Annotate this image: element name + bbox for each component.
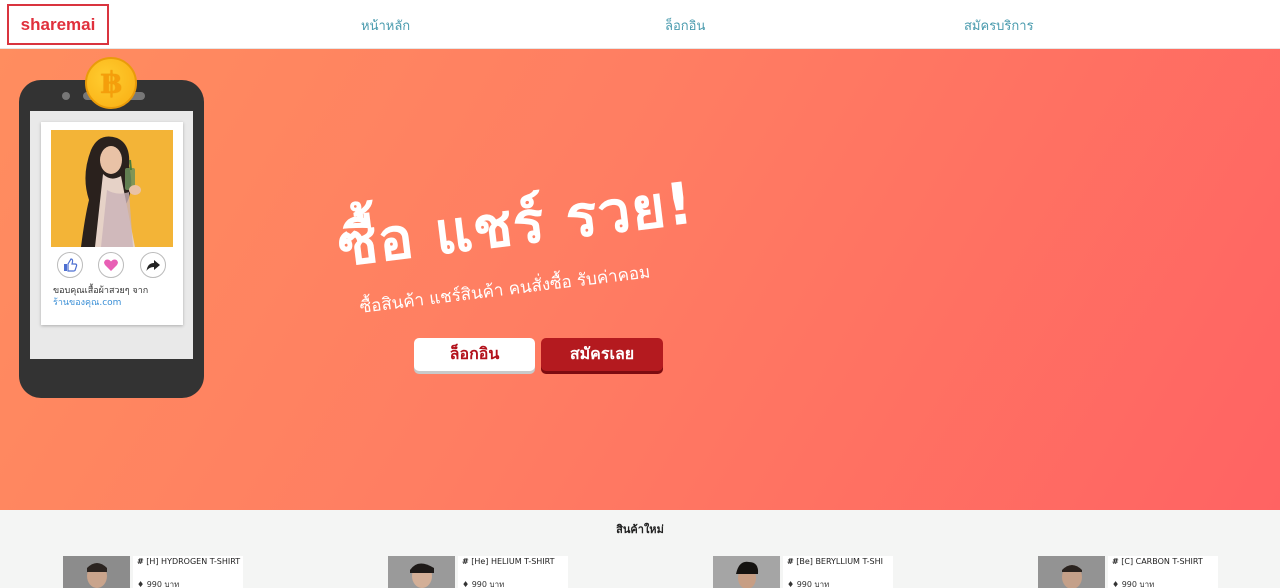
share-button[interactable] xyxy=(140,252,166,278)
nav-link-register[interactable]: สมัครบริการ xyxy=(964,15,1034,36)
new-products-section: สินค้าใหม่ # [H] HYDROGEN T-SHIRT ♦ 990 … xyxy=(0,510,1280,588)
hashtag-icon: # xyxy=(787,557,794,566)
hashtag-icon: # xyxy=(137,557,144,566)
heart-icon xyxy=(104,259,118,271)
baht-coin-icon: ฿ xyxy=(85,57,137,109)
nav-link-home[interactable]: หน้าหลัก xyxy=(361,15,410,36)
product-name: [Be] BERYLLIUM T-SHI xyxy=(796,557,883,566)
product-card[interactable]: # [C] CARBON T-SHIRT ♦ 990 บาท xyxy=(1038,556,1218,588)
nav-link-login[interactable]: ล็อกอิน xyxy=(665,15,705,36)
hero-section: ฿ ขอบคุณเสื้อผ้าสวยๆ จาก ร้านของคุณ.com … xyxy=(0,49,1280,510)
thumbs-up-icon xyxy=(64,258,78,272)
product-info: # [Be] BERYLLIUM T-SHI ♦ 990 บาท xyxy=(783,556,893,588)
product-image[interactable] xyxy=(388,556,455,588)
price-tag-icon: ♦ xyxy=(462,580,470,588)
like-button[interactable] xyxy=(57,252,83,278)
hashtag-icon: # xyxy=(462,557,469,566)
navbar: sharemai หน้าหลัก ล็อกอิน สมัครบริการ xyxy=(0,0,1280,49)
price-tag-icon: ♦ xyxy=(787,580,795,588)
new-products-title: สินค้าใหม่ xyxy=(616,523,664,536)
product-info: # [He] HELIUM T-SHIRT ♦ 990 บาท xyxy=(458,556,568,588)
social-post-card: ขอบคุณเสื้อผ้าสวยๆ จาก ร้านของคุณ.com xyxy=(41,122,183,325)
product-info: # [C] CARBON T-SHIRT ♦ 990 บาท xyxy=(1108,556,1218,588)
post-shop-link[interactable]: ร้านของคุณ.com xyxy=(53,297,121,309)
product-card[interactable]: # [He] HELIUM T-SHIRT ♦ 990 บาท xyxy=(388,556,568,588)
share-arrow-icon xyxy=(146,260,160,271)
phone-camera xyxy=(62,92,70,100)
coin-symbol: ฿ xyxy=(100,65,122,101)
model-photo-image xyxy=(51,130,173,247)
product-card[interactable]: # [Be] BERYLLIUM T-SHI ♦ 990 บาท xyxy=(713,556,893,588)
price-tag-icon: ♦ xyxy=(1112,580,1120,588)
product-price: 990 บาท xyxy=(471,580,505,588)
product-price: 990 บาท xyxy=(146,580,180,588)
post-actions xyxy=(41,252,183,280)
product-image[interactable] xyxy=(713,556,780,588)
product-card[interactable]: # [H] HYDROGEN T-SHIRT ♦ 990 บาท xyxy=(63,556,243,588)
product-info: # [H] HYDROGEN T-SHIRT ♦ 990 บาท xyxy=(133,556,243,588)
hero-login-button[interactable]: ล็อกอิน xyxy=(414,338,535,371)
product-name: [C] CARBON T-SHIRT xyxy=(1121,557,1203,566)
product-price: 990 บาท xyxy=(1121,580,1155,588)
brand-logo[interactable]: sharemai xyxy=(7,4,109,45)
hero-headline-group: ซื้อ แชร์ รวย! ซื้อสินค้า แชร์สินค้า คนส… xyxy=(332,156,702,323)
love-button[interactable] xyxy=(98,252,124,278)
product-name: [He] HELIUM T-SHIRT xyxy=(471,557,555,566)
product-image[interactable] xyxy=(63,556,130,588)
post-caption: ขอบคุณเสื้อผ้าสวยๆ จาก xyxy=(53,286,149,296)
product-price: 990 บาท xyxy=(796,580,830,588)
post-photo xyxy=(51,130,173,247)
price-tag-icon: ♦ xyxy=(137,580,145,588)
hero-register-button[interactable]: สมัครเลย xyxy=(541,338,663,371)
hashtag-icon: # xyxy=(1112,557,1119,566)
product-name: [H] HYDROGEN T-SHIRT xyxy=(146,557,241,566)
product-image[interactable] xyxy=(1038,556,1105,588)
